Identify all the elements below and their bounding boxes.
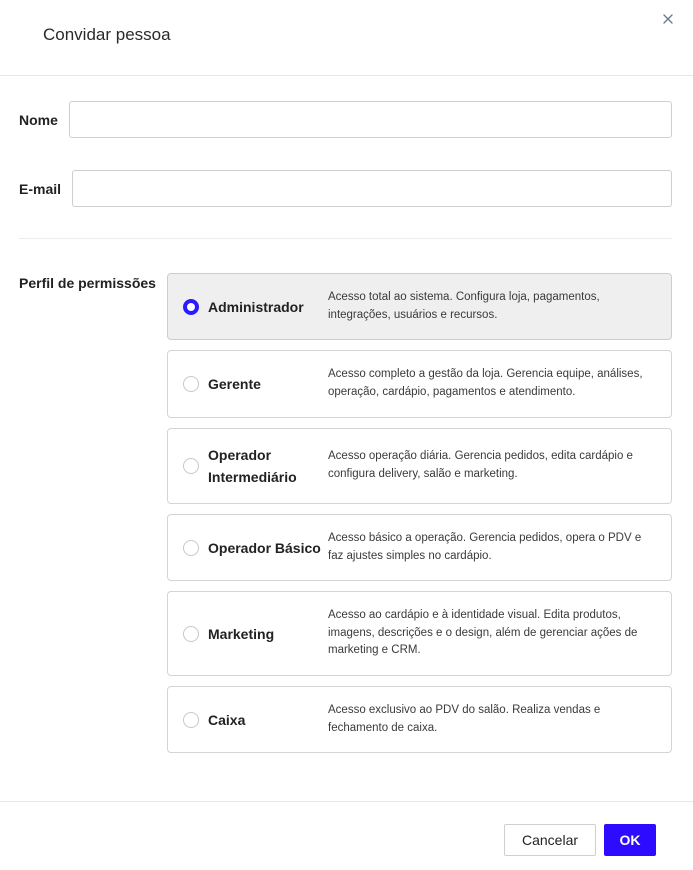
role-option-caixa[interactable]: Caixa Acesso exclusivo ao PDV do salão. … [167,686,672,753]
radio-unselected[interactable] [183,376,199,392]
name-input[interactable] [69,101,672,138]
role-option-operador-intermediario[interactable]: Operador Intermediário Acesso operação d… [167,428,672,504]
radio-selected[interactable] [183,299,199,315]
role-name: Operador Básico [208,540,321,556]
role-name: Administrador [208,299,304,315]
radio-unselected[interactable] [183,458,199,474]
email-label: E-mail [19,181,62,197]
role-name: Operador Intermediário [208,447,297,485]
role-option-marketing[interactable]: Marketing Acesso ao cardápio e à identid… [167,591,672,676]
role-description: Acesso básico a operação. Gerencia pedid… [328,532,642,562]
name-label: Nome [19,112,58,128]
divider [19,238,672,239]
dialog-title: Convidar pessoa [43,25,171,44]
radio-unselected[interactable] [183,712,199,728]
radio-unselected[interactable] [183,540,199,556]
role-name: Caixa [208,712,246,728]
footer-divider [0,801,693,802]
role-name: Gerente [208,376,261,392]
close-icon[interactable] [660,11,676,27]
role-description: Acesso operação diária. Gerencia pedidos… [328,450,633,480]
role-description: Acesso total ao sistema. Configura loja,… [328,291,600,321]
radio-unselected[interactable] [183,626,199,642]
role-description: Acesso exclusivo ao PDV do salão. Realiz… [328,704,601,734]
invite-person-dialog: Convidar pessoa Nome E-mail Perfil de pe… [0,0,693,870]
role-option-administrador[interactable]: Administrador Acesso total ao sistema. C… [167,273,672,340]
ok-button[interactable]: OK [604,824,656,856]
dialog-header: Convidar pessoa [0,0,693,76]
email-input[interactable] [72,170,672,207]
role-description: Acesso ao cardápio e à identidade visual… [328,609,638,656]
cancel-button[interactable]: Cancelar [504,824,596,856]
role-name: Marketing [208,626,275,642]
role-description: Acesso completo a gestão da loja. Gerenc… [328,368,643,398]
permissions-label: Perfil de permissões [19,275,156,291]
role-option-gerente[interactable]: Gerente Acesso completo a gestão da loja… [167,350,672,418]
role-option-operador-basico[interactable]: Operador Básico Acesso básico a operação… [167,514,672,581]
